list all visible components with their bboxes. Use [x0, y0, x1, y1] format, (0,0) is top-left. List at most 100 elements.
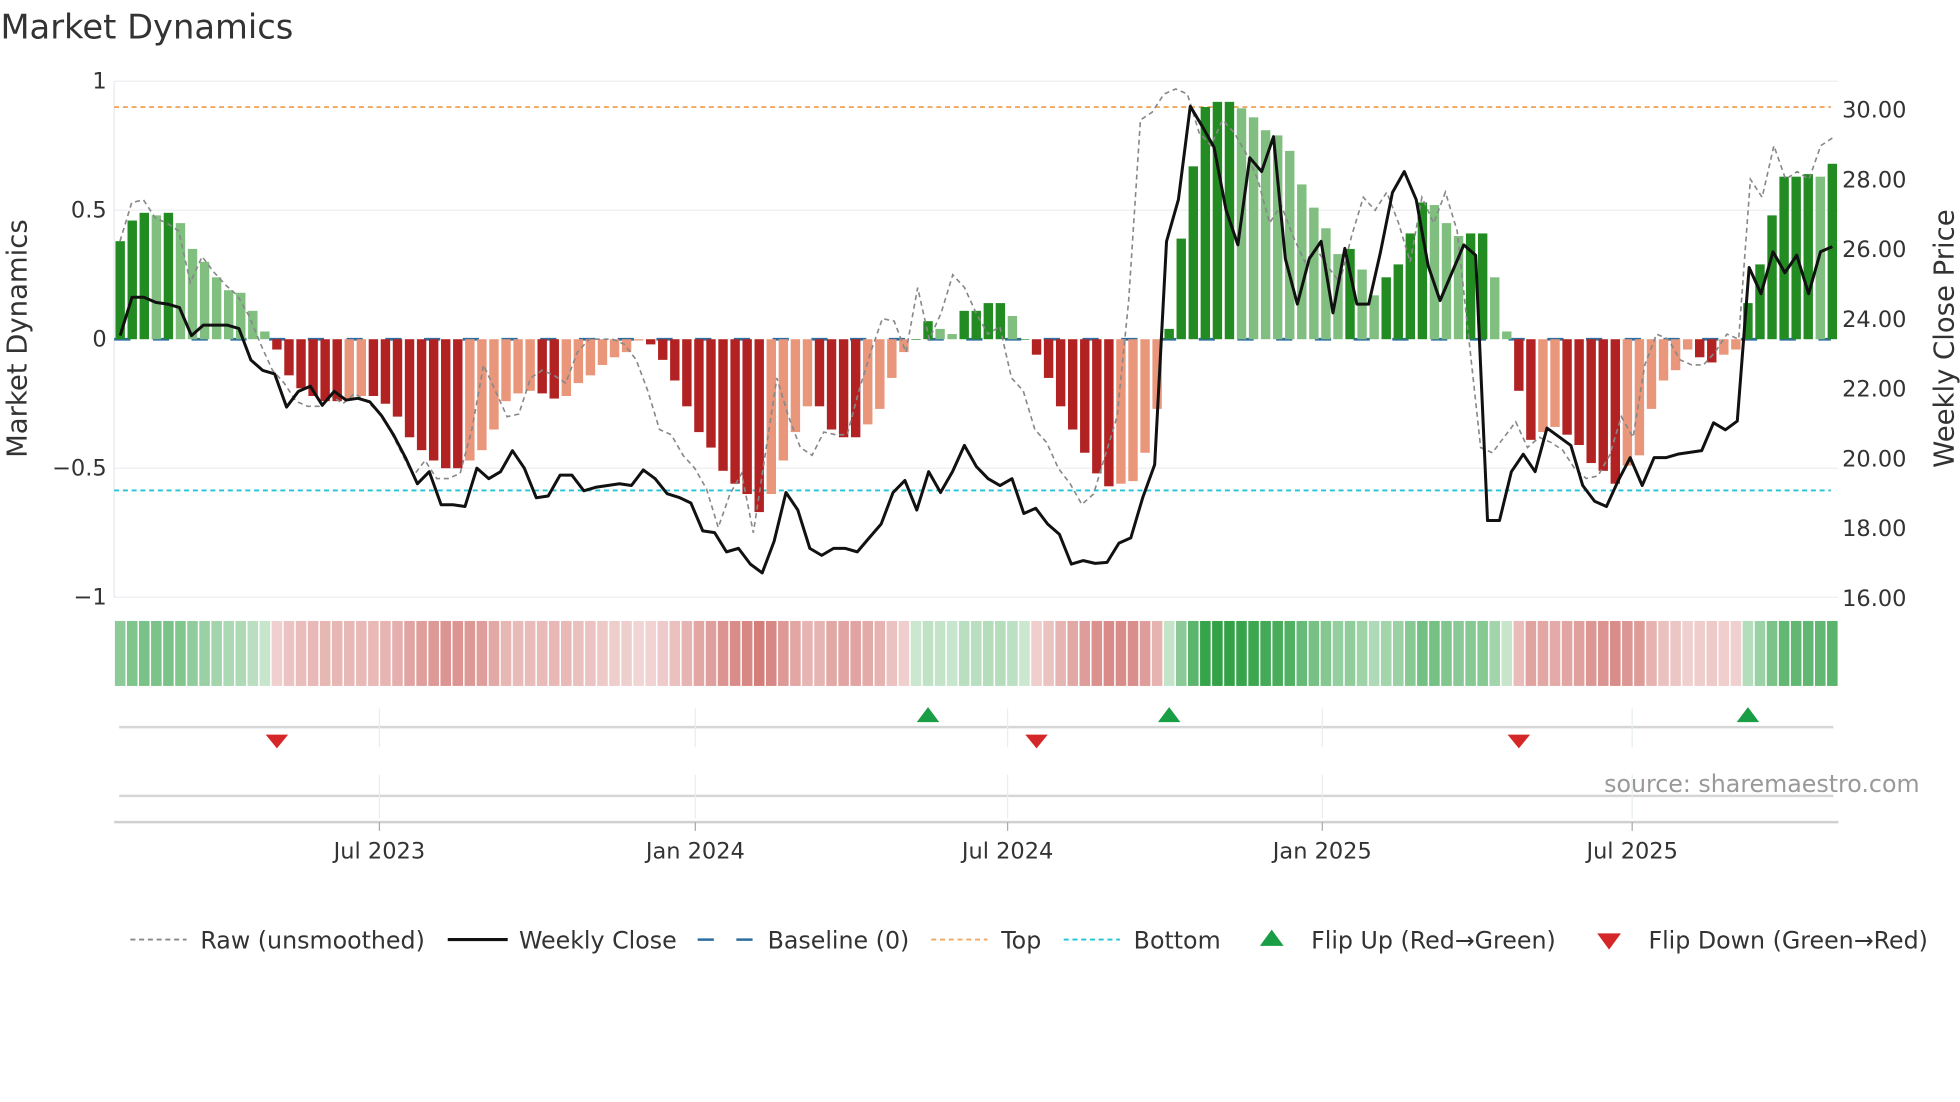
heat-cell — [1537, 620, 1549, 686]
bar — [1309, 207, 1319, 340]
heat-cell — [488, 620, 500, 686]
bar — [1682, 339, 1693, 350]
bar — [1694, 339, 1705, 358]
bar — [1092, 339, 1102, 474]
bar — [706, 339, 716, 448]
heat-cell — [223, 620, 234, 686]
heat-cell — [1272, 620, 1283, 686]
heat-cell — [910, 620, 922, 686]
bar — [645, 339, 656, 345]
heat-cell — [440, 620, 452, 686]
heat-cell — [995, 620, 1006, 686]
heat-cell — [958, 620, 970, 686]
heat-cell — [1682, 620, 1693, 686]
bar — [368, 339, 379, 396]
heat-cell — [1260, 620, 1271, 686]
heat-cell — [1827, 620, 1838, 686]
bar — [694, 339, 704, 433]
y2-tick-label: 26.00 — [1842, 237, 1906, 263]
heat-cell — [476, 620, 488, 686]
heat-cell — [729, 620, 741, 686]
bar — [1707, 339, 1717, 363]
heat-cell — [404, 620, 415, 686]
heat-cell — [512, 620, 524, 686]
heat-cell — [1814, 620, 1826, 686]
heat-cell — [561, 620, 572, 686]
heat-cell — [1007, 620, 1018, 686]
flip-up-marker — [1736, 707, 1760, 723]
heat-cell — [1646, 620, 1657, 686]
bar — [151, 215, 162, 340]
heat-cell — [1392, 620, 1404, 686]
bar — [441, 339, 451, 469]
flip-down-marker — [1507, 734, 1531, 749]
heat-cell — [1212, 620, 1223, 686]
bar — [1731, 339, 1741, 350]
bar — [187, 248, 198, 340]
regime-heat-strip — [114, 620, 1838, 686]
bar — [1043, 339, 1054, 378]
heat-cell — [356, 620, 367, 686]
bar — [814, 339, 825, 407]
heat-cell — [934, 620, 946, 686]
bar — [766, 339, 776, 495]
bar — [778, 339, 789, 461]
legend-label: Baseline (0) — [768, 926, 910, 954]
heat-cell — [1139, 620, 1151, 686]
heat-cell — [1634, 620, 1645, 686]
bar — [163, 212, 174, 340]
bar — [1285, 150, 1295, 340]
heat-cell — [1573, 620, 1585, 686]
bar — [1007, 316, 1018, 340]
heat-cell — [283, 620, 295, 686]
heat-cell — [524, 620, 536, 686]
x-tick-label: Jan 2025 — [1271, 838, 1372, 864]
heat-cell — [1200, 620, 1211, 686]
bar — [211, 277, 222, 340]
heat-cell — [1344, 620, 1356, 686]
bar — [320, 339, 330, 402]
heat-cell — [548, 620, 560, 686]
heat-cell — [114, 620, 126, 686]
heat-cell — [1694, 620, 1705, 686]
bar — [1248, 117, 1259, 340]
heat-cell — [1610, 620, 1621, 686]
bar — [1550, 339, 1560, 427]
heat-cell — [163, 620, 174, 686]
bar — [1598, 339, 1608, 471]
heat-cell — [1730, 620, 1742, 686]
heat-cell — [1790, 620, 1802, 686]
x-tick-label: Jul 2023 — [332, 838, 425, 864]
bar — [416, 339, 427, 451]
bar — [1393, 264, 1403, 340]
bar — [380, 339, 391, 404]
source-label: source: sharemaestro.com — [1604, 770, 1919, 798]
legend-label: Bottom — [1134, 926, 1221, 954]
bar — [465, 339, 475, 461]
bar — [1369, 295, 1379, 340]
bar — [875, 339, 885, 409]
heat-cell — [922, 620, 934, 686]
bar — [1719, 339, 1729, 355]
x-tick-label: Jan 2024 — [644, 838, 745, 864]
heat-cell — [1019, 620, 1030, 686]
heat-cell — [681, 620, 693, 686]
heat-cell — [790, 620, 801, 686]
y-tick-label: 1 — [92, 69, 106, 95]
y2-tick-label: 22.00 — [1842, 377, 1906, 403]
bars — [115, 101, 1838, 513]
heat-cell — [609, 620, 620, 686]
heat-cell — [814, 620, 825, 686]
bar — [670, 339, 680, 381]
heat-cell — [416, 620, 427, 686]
heat-cell — [464, 620, 476, 686]
heat-cell — [199, 620, 210, 686]
y2-tick-label: 28.00 — [1842, 167, 1906, 193]
bar — [1755, 264, 1765, 340]
heat-cell — [1706, 620, 1718, 686]
y2-axis-label: Weekly Close Price — [1928, 209, 1960, 467]
heat-cell — [1658, 620, 1669, 686]
heat-cell — [319, 620, 331, 686]
heat-cell — [1501, 620, 1513, 686]
flip-down-marker — [265, 734, 289, 749]
